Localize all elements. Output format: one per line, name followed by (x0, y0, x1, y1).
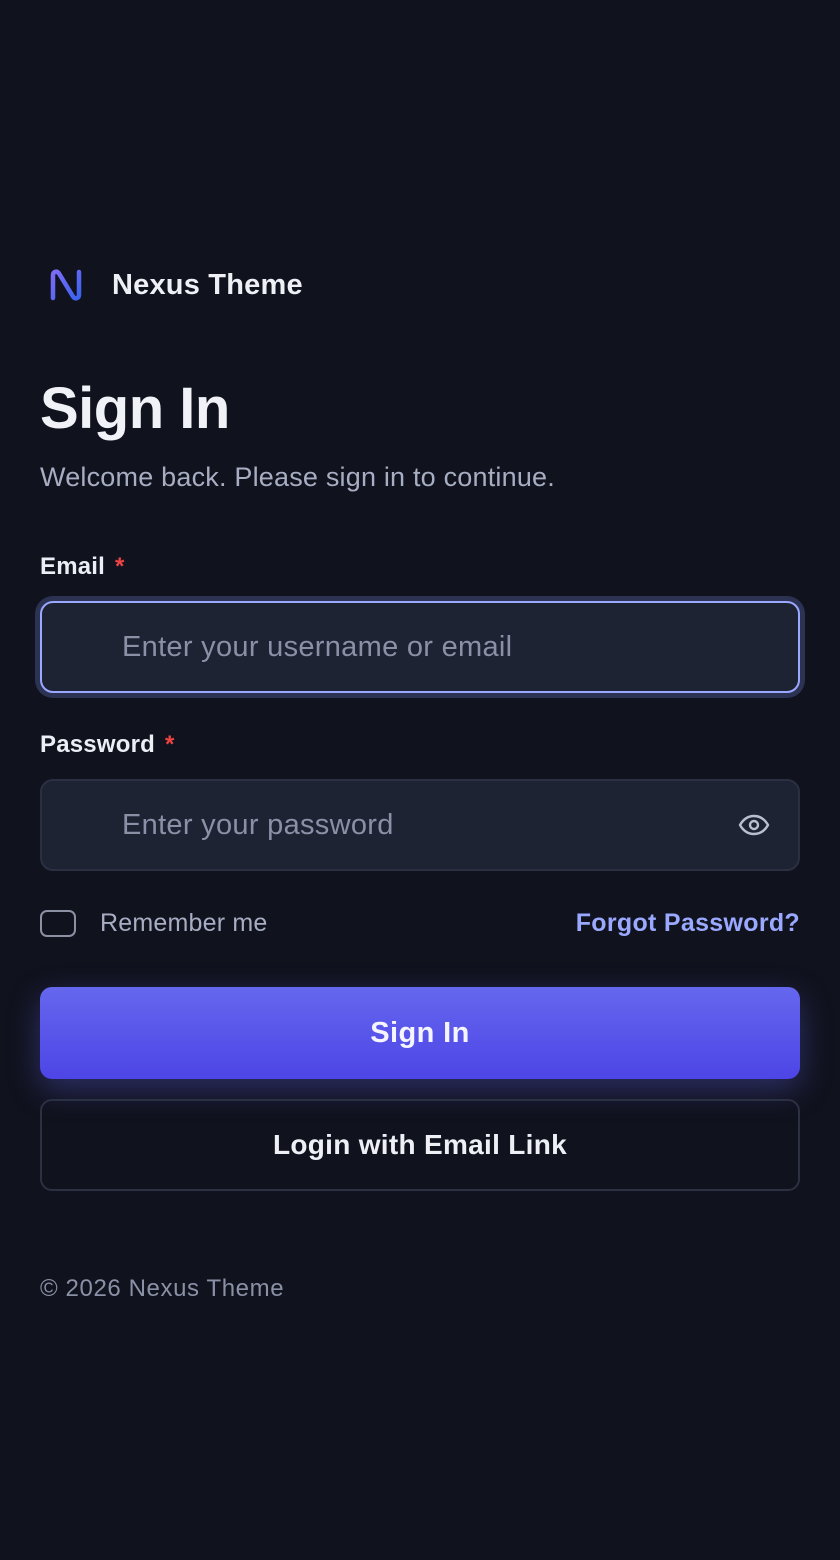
password-required-marker: * (164, 731, 175, 758)
remember-me-label: Remember me (100, 908, 268, 937)
brand-header: Nexus Theme (40, 262, 800, 308)
sign-in-button[interactable]: Sign In (40, 987, 800, 1079)
email-link-login-button[interactable]: Login with Email Link (40, 1099, 800, 1191)
password-label-text: Password (40, 731, 155, 758)
email-label-text: Email (40, 553, 106, 580)
brand-name: Nexus Theme (112, 268, 303, 301)
nexus-logo-icon (50, 269, 82, 301)
page-subtitle: Welcome back. Please sign in to continue… (40, 462, 555, 492)
options-row: Remember me Forgot Password? (40, 909, 800, 937)
email-field-wrapper (40, 601, 800, 693)
login-page: Nexus Theme Sign In Welcome back. Please… (40, 262, 800, 1303)
email-input[interactable] (42, 603, 798, 691)
password-label: Password * (40, 731, 800, 759)
password-input[interactable] (42, 781, 798, 869)
remember-me-toggle[interactable]: Remember me (40, 909, 268, 938)
password-field-wrapper (40, 779, 800, 871)
eye-icon[interactable] (738, 814, 770, 836)
page-title: Sign In (40, 376, 230, 441)
email-label: Email * (40, 553, 800, 581)
footer-copyright: © 2026 Nexus Theme (40, 1275, 285, 1302)
forgot-password-link[interactable]: Forgot Password? (576, 909, 800, 938)
remember-me-checkbox[interactable] (40, 909, 76, 937)
email-required-marker: * (115, 553, 125, 580)
